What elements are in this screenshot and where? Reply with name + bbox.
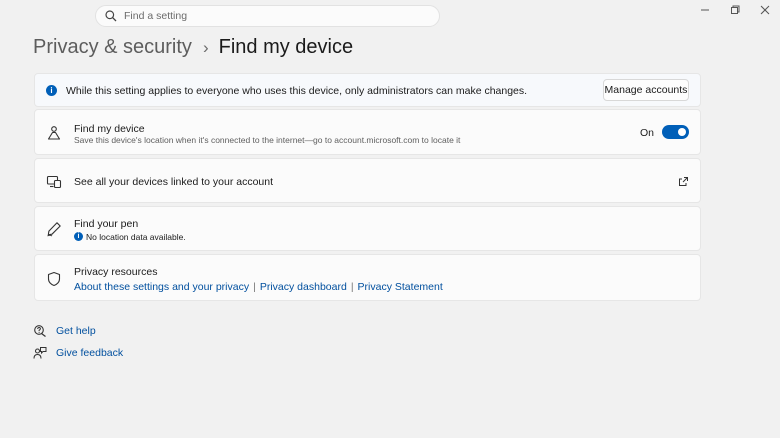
devices-icon [46,174,62,190]
linked-devices-card[interactable]: See all your devices linked to your acco… [34,158,701,203]
privacy-resources-card: Privacy resources About these settings a… [34,254,701,301]
minimize-icon[interactable] [698,3,712,17]
help-icon [33,324,47,338]
chevron-right-icon: › [202,37,209,57]
breadcrumb-parent[interactable]: Privacy & security [33,36,192,59]
find-my-device-toggle[interactable] [662,125,689,139]
search-box[interactable]: Find a setting [95,5,440,27]
page-title: Find my device [218,36,354,58]
admin-info-banner: i While this setting applies to everyone… [34,73,701,107]
info-icon: i [46,85,57,96]
find-your-pen-title: Find your pen [74,218,139,230]
search-icon [104,9,118,23]
banner-text: While this setting applies to everyone w… [66,85,528,97]
give-feedback-link[interactable]: Give feedback [56,347,123,359]
link-divider: | [350,281,354,293]
find-my-device-card: Find my device Save this device's locati… [34,109,701,155]
location-person-icon [46,125,62,141]
info-icon: i [74,232,83,241]
toggle-state-label: On [639,127,654,139]
search-input[interactable]: Find a setting [124,10,187,22]
privacy-statement-link[interactable]: Privacy Statement [358,281,443,293]
get-help-link[interactable]: Get help [56,325,96,337]
find-my-device-description: Save this device's location when it's co… [74,135,461,145]
give-feedback-row[interactable]: Give feedback [33,346,123,360]
open-external-icon [678,176,689,187]
privacy-resources-title: Privacy resources [74,266,158,278]
feedback-icon [33,346,47,360]
linked-devices-label: See all your devices linked to your acco… [74,176,274,188]
find-your-pen-card: Find your pen i No location data availab… [34,206,701,251]
breadcrumb: Privacy & security › Find my device [33,36,353,59]
privacy-links: About these settings and your privacy | … [74,281,443,293]
about-privacy-link[interactable]: About these settings and your privacy [74,281,249,293]
find-my-device-title: Find my device [74,123,145,135]
pen-icon [46,221,62,237]
link-divider: | [253,281,256,293]
get-help-row[interactable]: Get help [33,324,96,338]
shield-icon [46,271,62,287]
close-icon[interactable] [758,3,772,17]
pen-status-text: No location data available. [86,232,186,242]
toggle-knob [678,128,686,136]
restore-icon[interactable] [728,3,742,17]
privacy-dashboard-link[interactable]: Privacy dashboard [260,281,347,293]
manage-accounts-button[interactable]: Manage accounts [603,79,689,101]
